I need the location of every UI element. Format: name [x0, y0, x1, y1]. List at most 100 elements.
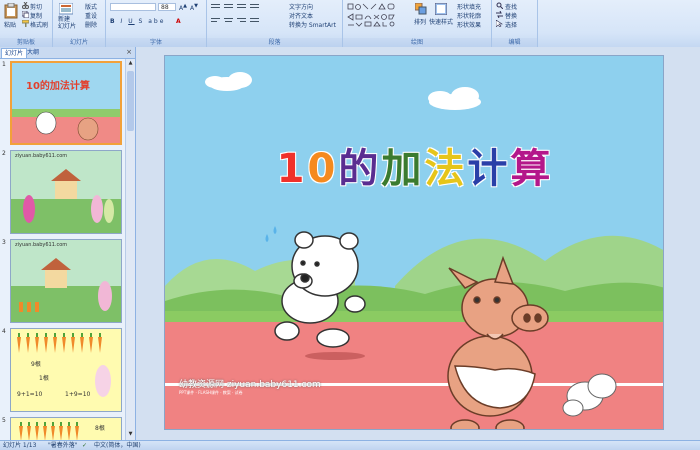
thumbnail-url: ziyuan.baby611.com — [15, 242, 68, 248]
carrot-leaf — [99, 333, 101, 337]
find-button[interactable]: 查找 — [505, 2, 517, 11]
clipboard-group: 粘贴 剪切 复制 格式刷 剪贴板 — [0, 0, 53, 47]
font-group-label: 字体 — [106, 38, 206, 47]
carrot-leaf — [36, 333, 38, 337]
thumbnail-1-preview — [12, 63, 120, 143]
cut-icon[interactable] — [22, 2, 29, 9]
carrot-leaf — [72, 333, 74, 337]
slide-number: 1 — [2, 61, 6, 68]
align-text-button[interactable]: 对齐文本 — [289, 11, 313, 20]
paragraph-group-label: 段落 — [207, 38, 342, 47]
watermark-text: 幼教资源网 ziyuan.baby611.com — [179, 380, 321, 390]
title-character: 0 — [307, 146, 339, 192]
font-group: 88 A▲ A▼ B I U S abe A 字体 — [106, 0, 207, 47]
title-character: 计 — [467, 146, 511, 192]
scroll-thumb[interactable] — [127, 71, 134, 131]
find-icon[interactable] — [496, 2, 503, 9]
slide-title[interactable]: 10的加法计算 — [165, 136, 663, 194]
shape-fill-button[interactable]: 形状填充 — [457, 2, 481, 11]
bullets-icon[interactable] — [211, 3, 271, 10]
title-character: 加 — [381, 146, 425, 192]
new-slide-button[interactable]: 新建 幻灯片 — [58, 16, 76, 30]
font-color-button[interactable]: A — [176, 18, 181, 25]
font-name-input[interactable] — [110, 3, 156, 11]
align-icon[interactable] — [211, 18, 271, 25]
thumbnail-text: 8根 — [95, 425, 105, 432]
carrot-leaf — [18, 333, 20, 337]
slide-thumbnail-2[interactable]: ziyuan.baby611.com — [10, 150, 122, 234]
title-character: 法 — [424, 146, 468, 192]
shrink-font-button[interactable]: A▼ — [190, 3, 198, 12]
cut-button[interactable]: 剪切 — [30, 2, 42, 11]
slides-group: 新建 幻灯片 版式 重设 删除 幻灯片 — [53, 0, 106, 47]
paste-button[interactable]: 粘贴 — [4, 20, 16, 29]
format-painter-button[interactable]: 格式刷 — [30, 20, 48, 29]
current-slide[interactable]: 10的加法计算 幼教资源网 ziyuan.baby611.com PPT课件 ·… — [164, 55, 664, 430]
shapes-gallery-icon[interactable] — [347, 3, 403, 27]
title-character: 算 — [510, 146, 554, 192]
convert-smartart-button[interactable]: 转换为 SmartArt — [289, 20, 336, 29]
scroll-down-arrow[interactable]: ▼ — [127, 431, 134, 439]
slide-number: 4 — [2, 328, 6, 335]
new-slide-icon[interactable] — [59, 3, 73, 15]
slide-thumbnail-4[interactable]: 9根 1根 9+1=10 1+9=10 — [10, 328, 122, 412]
scroll-up-arrow[interactable]: ▲ — [127, 60, 134, 68]
quick-styles-button[interactable]: 快速样式 — [429, 17, 453, 26]
thumbnail-text: 1根 — [39, 375, 49, 382]
carrot-leaf — [27, 333, 29, 337]
editing-group: 查找 替换 选择 编辑 — [492, 0, 538, 47]
grow-font-button[interactable]: A▲ — [179, 3, 187, 12]
slide-number: 5 — [2, 417, 6, 424]
slide-number: 2 — [2, 150, 6, 157]
text-direction-button[interactable]: 文字方向 — [289, 2, 313, 11]
slide-thumbnail-3[interactable]: ziyuan.baby611.com — [10, 239, 122, 323]
thumbnail-text: 9根 — [31, 361, 41, 368]
slide-editing-area: 10的加法计算 幼教资源网 ziyuan.baby611.com PPT课件 ·… — [136, 47, 700, 440]
slide-thumbnail-5[interactable]: 8根 — [10, 417, 122, 440]
title-character: 的 — [338, 146, 382, 192]
editing-group-label: 编辑 — [492, 38, 537, 47]
layout-button[interactable]: 版式 — [85, 2, 97, 11]
carrot-leaf — [63, 333, 65, 337]
quick-styles-icon[interactable] — [435, 3, 447, 15]
reset-button[interactable]: 重设 — [85, 11, 97, 20]
carrot-leaf — [81, 333, 83, 337]
slide-thumbnail-1[interactable]: 10的加法计算 — [10, 61, 122, 145]
carrot-leaf — [90, 333, 92, 337]
delete-button[interactable]: 删除 — [85, 20, 97, 29]
copy-button[interactable]: 复制 — [30, 11, 42, 20]
drawing-group-label: 绘图 — [343, 38, 491, 47]
paste-icon[interactable] — [4, 3, 18, 19]
slide-number: 3 — [2, 239, 6, 246]
font-style-buttons[interactable]: B I U S abe — [110, 18, 165, 25]
thumbnail-3-preview — [11, 240, 121, 322]
close-panel-button[interactable]: × — [126, 48, 132, 56]
title-character: 1 — [276, 146, 308, 192]
arrange-button[interactable]: 排列 — [414, 17, 426, 26]
paragraph-group: 文字方向 对齐文本 转换为 SmartArt 段落 — [207, 0, 343, 47]
shape-effects-button[interactable]: 形状效果 — [457, 20, 481, 29]
carrot-leaf — [45, 333, 47, 337]
tab-outline[interactable]: 大纲 — [24, 48, 42, 57]
clipboard-group-label: 剪贴板 — [0, 38, 52, 47]
thumbnail-text: 9+1=10 — [17, 391, 43, 398]
font-size-input[interactable]: 88 — [158, 3, 176, 11]
select-button[interactable]: 选择 — [505, 20, 517, 29]
thumbnail-scrollbar[interactable]: ▲ ▼ — [125, 59, 135, 440]
slides-panel: 幻灯片 大纲 × 1 10的加法计算 2 ziyuan.baby611.com … — [0, 47, 136, 440]
format-painter-icon[interactable] — [22, 20, 29, 27]
slides-group-label: 幻灯片 — [53, 38, 105, 47]
replace-button[interactable]: 替换 — [505, 11, 517, 20]
carrot-leaf — [54, 333, 56, 337]
watermark-subtext: PPT课件 · FLASH课件 · 教案 · 试卷 — [179, 390, 243, 395]
thumbnail-text: 1+9=10 — [65, 391, 91, 398]
thumbnail-url: ziyuan.baby611.com — [15, 153, 68, 159]
thumbnail-4-preview — [11, 329, 121, 411]
arrange-icon[interactable] — [415, 3, 427, 15]
slide-background — [165, 56, 663, 429]
replace-icon[interactable] — [496, 11, 503, 18]
ribbon: 粘贴 剪切 复制 格式刷 剪贴板 新建 幻灯片 版式 重设 删除 幻灯片 88 … — [0, 0, 700, 48]
copy-icon[interactable] — [22, 11, 29, 18]
select-icon[interactable] — [496, 20, 503, 27]
shape-outline-button[interactable]: 形状轮廓 — [457, 11, 481, 20]
